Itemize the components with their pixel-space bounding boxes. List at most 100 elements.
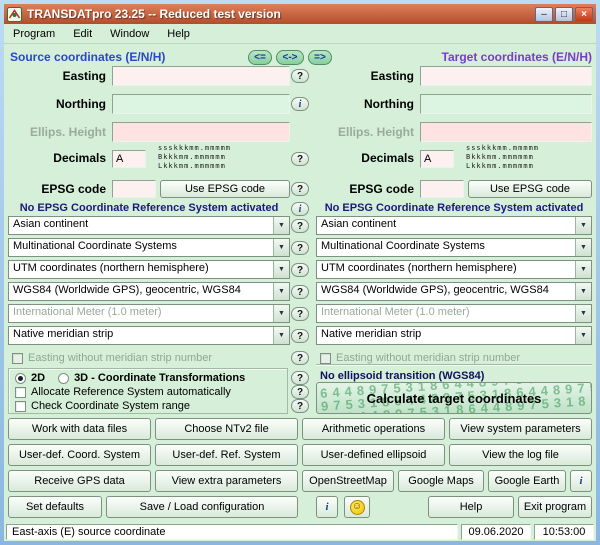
exit-program-button[interactable]: Exit program (518, 496, 592, 518)
target-country-dropdown[interactable]: Multinational Coordinate Systems ▼ (316, 238, 592, 257)
close-button[interactable]: × (575, 7, 593, 22)
checkbox-icon (320, 353, 331, 364)
target-format-examples: ssskkkmm.mmmmm Bkkkmm.mmmmmm Lkkkmm.mmmm… (466, 144, 539, 171)
google-earth-button[interactable]: Google Earth (488, 470, 566, 492)
chevron-down-icon[interactable]: ▼ (575, 217, 591, 234)
help-epsg-button[interactable]: ? (291, 182, 309, 196)
user-defined-ellipsoid-button[interactable]: User-defined ellipsoid (302, 444, 445, 466)
checkbox-icon[interactable] (15, 387, 26, 398)
source-northing-input[interactable] (112, 94, 290, 114)
help-strip-number-button[interactable]: ? (291, 351, 309, 365)
source-epsg-label: EPSG code (8, 179, 106, 199)
info-northing-button[interactable]: i (291, 97, 309, 111)
target-meridian-strip-dropdown[interactable]: Native meridian strip ▼ (316, 326, 592, 345)
source-decimals-input[interactable] (112, 150, 146, 168)
maximize-button[interactable]: □ (555, 7, 573, 22)
source-epsg-input[interactable] (112, 180, 156, 198)
help-range-button[interactable]: ? (291, 399, 309, 413)
source-reference-system-dropdown[interactable]: WGS84 (Worldwide GPS), geocentric, WGS84… (8, 282, 290, 301)
chevron-down-icon[interactable]: ▼ (273, 283, 289, 300)
target-reference-system-dropdown[interactable]: WGS84 (Worldwide GPS), geocentric, WGS84… (316, 282, 592, 301)
receive-gps-data-button[interactable]: Receive GPS data (8, 470, 151, 492)
title-bar[interactable]: TRANSDATpro 23.25 -- Reduced test versio… (4, 4, 596, 24)
help-button[interactable]: Help (428, 496, 514, 518)
target-format-line-3: Lkkkmm.mmmmmm (466, 162, 539, 171)
help-allocate-button[interactable]: ? (291, 385, 309, 399)
user-defined-reference-system-button[interactable]: User-def. Ref. System (155, 444, 298, 466)
help-decimals-button[interactable]: ? (291, 152, 309, 166)
target-northing-input[interactable] (420, 94, 592, 114)
radio-2d-icon[interactable] (15, 373, 26, 384)
user-defined-coordinate-system-button[interactable]: User-def. Coord. System (8, 444, 151, 466)
chevron-down-icon: ▼ (575, 305, 591, 322)
chevron-down-icon[interactable]: ▼ (575, 327, 591, 344)
target-decimals-label: Decimals (316, 148, 414, 168)
choose-ntv2-file-button[interactable]: Choose NTv2 file (155, 418, 298, 440)
client-area: Program Edit Window Help <= <-> => Sourc… (4, 24, 596, 541)
help-reference-system-button[interactable]: ? (291, 285, 309, 299)
work-with-data-files-button[interactable]: Work with data files (8, 418, 151, 440)
help-easting-button[interactable]: ? (291, 69, 309, 83)
source-country-dropdown[interactable]: Multinational Coordinate Systems ▼ (8, 238, 290, 257)
menu-help[interactable]: Help (158, 24, 199, 43)
chevron-down-icon[interactable]: ▼ (575, 283, 591, 300)
help-continent-button[interactable]: ? (291, 219, 309, 233)
chevron-down-icon[interactable]: ▼ (273, 217, 289, 234)
set-defaults-button[interactable]: Set defaults (8, 496, 102, 518)
target-easting-input[interactable] (420, 66, 592, 86)
window-controls: – □ × (535, 7, 593, 22)
target-coordinates-header: Target coordinates (E/N/H) (316, 50, 592, 64)
checkbox-icon[interactable] (15, 401, 26, 412)
help-coordinate-system-button[interactable]: ? (291, 263, 309, 277)
view-log-file-button[interactable]: View the log file (449, 444, 592, 466)
openstreetmap-button[interactable]: OpenStreetMap (302, 470, 394, 492)
help-unit-button[interactable]: ? (291, 307, 309, 321)
help-meridian-strip-button[interactable]: ? (291, 329, 309, 343)
source-height-input (112, 122, 290, 142)
chevron-down-icon[interactable]: ▼ (273, 261, 289, 278)
info-general-button[interactable]: i (316, 496, 338, 518)
info-maps-button[interactable]: i (570, 470, 592, 492)
target-use-epsg-button[interactable]: Use EPSG code (468, 180, 592, 198)
source-easting-label: Easting (8, 66, 106, 86)
menu-bar: Program Edit Window Help (4, 24, 596, 44)
radio-2d-label[interactable]: 2D (31, 372, 45, 384)
minimize-button[interactable]: – (535, 7, 553, 22)
view-extra-parameters-button[interactable]: View extra parameters (155, 470, 298, 492)
smiley-button[interactable]: ☺ (344, 496, 370, 518)
source-easting-input[interactable] (112, 66, 290, 86)
allocate-reference-checkbox[interactable]: Allocate Reference System automatically (15, 386, 231, 398)
help-transformation-button[interactable]: ? (291, 371, 309, 385)
menu-program[interactable]: Program (4, 24, 64, 43)
calculate-button-label: Calculate target coordinates (317, 383, 591, 413)
help-country-button[interactable]: ? (291, 241, 309, 255)
radio-3d-label[interactable]: 3D - Coordinate Transformations (74, 372, 245, 384)
info-epsg-button[interactable]: i (291, 202, 309, 216)
target-easting-label: Easting (316, 66, 414, 86)
chevron-down-icon[interactable]: ▼ (575, 239, 591, 256)
chevron-down-icon[interactable]: ▼ (273, 239, 289, 256)
checkbox-icon (12, 353, 23, 364)
source-format-line-3: Lkkkmm.mmmmmm (158, 162, 231, 171)
source-decimals-label: Decimals (8, 148, 106, 168)
source-coordinate-system-dropdown[interactable]: UTM coordinates (northern hemisphere) ▼ (8, 260, 290, 279)
chevron-down-icon[interactable]: ▼ (273, 327, 289, 344)
view-system-parameters-button[interactable]: View system parameters (449, 418, 592, 440)
google-maps-button[interactable]: Google Maps (398, 470, 484, 492)
target-continent-dropdown[interactable]: Asian continent ▼ (316, 216, 592, 235)
target-coordinate-system-dropdown[interactable]: UTM coordinates (northern hemisphere) ▼ (316, 260, 592, 279)
source-continent-dropdown[interactable]: Asian continent ▼ (8, 216, 290, 235)
source-meridian-strip-dropdown[interactable]: Native meridian strip ▼ (8, 326, 290, 345)
radio-3d-icon[interactable] (58, 373, 69, 384)
target-decimals-input[interactable] (420, 150, 454, 168)
target-epsg-input[interactable] (420, 180, 464, 198)
chevron-down-icon[interactable]: ▼ (575, 261, 591, 278)
menu-edit[interactable]: Edit (64, 24, 101, 43)
calculate-button[interactable]: 8644897531864489753186448975318644897531… (316, 382, 592, 414)
arithmetic-operations-button[interactable]: Arithmetic operations (302, 418, 445, 440)
source-use-epsg-button[interactable]: Use EPSG code (160, 180, 290, 198)
menu-window[interactable]: Window (101, 24, 158, 43)
save-load-configuration-button[interactable]: Save / Load configuration (106, 496, 298, 518)
source-panel: Source coordinates (E/N/H) Easting North… (8, 48, 290, 370)
check-range-checkbox[interactable]: Check Coordinate System range (15, 400, 190, 412)
